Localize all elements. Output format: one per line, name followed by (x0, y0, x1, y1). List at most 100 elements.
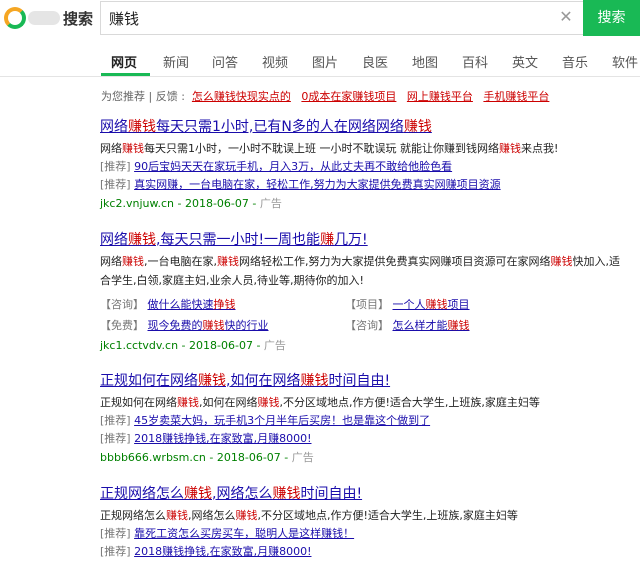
result-title-link[interactable]: 正规如何在网络赚钱,如何在网络赚钱时间自由! (100, 372, 630, 390)
sitelink-text: 现今免费的 (147, 319, 203, 332)
suggestion-link[interactable]: 网上赚钱平台 (407, 90, 473, 103)
sitelink: 【项目】 一个人赚钱项目 (345, 296, 470, 312)
result-description: 网络赚钱每天只需1小时，一小时不耽误上班 一小时不耽误玩 就能让你赚到钱网络赚钱… (100, 139, 630, 158)
sitelink-tag: 【免费】 (100, 319, 144, 332)
sitelink-highlight: 赚钱 (447, 319, 470, 332)
desc-highlight: 赚钱 (235, 509, 258, 522)
tab-english[interactable]: 英文 (512, 52, 538, 71)
clear-icon[interactable]: ✕ (557, 8, 575, 26)
desc-highlight: 赚钱 (166, 509, 188, 522)
result-description: 正规网络怎么赚钱,网络怎么赚钱,不分区域地点,作方便!适合大学生,上班族,家庭主… (100, 506, 630, 525)
suggestion-separator: | (145, 90, 156, 103)
sitelink-highlight: 挣钱 (213, 298, 236, 311)
sub-link[interactable]: 2018赚钱挣钱,在家致富,月赚8000! (134, 432, 311, 445)
title-text: 正规如何在网络 (100, 373, 198, 389)
tab-software[interactable]: 软件 (612, 52, 638, 71)
sub-link[interactable]: 靠死工资怎么买房买车，聪明人是这样赚钱！ (134, 527, 354, 540)
search-result: 网络赚钱每天只需1小时,已有N多的人在网络网络赚钱 网络赚钱每天只需1小时，一小… (100, 118, 630, 213)
desc-text: ,不分区域地点,作方便!适合大学生,上班族,家庭主妇等 (257, 509, 518, 522)
desc-highlight: 赚钱 (257, 396, 280, 409)
search-input[interactable] (109, 7, 549, 29)
sitelink-text: 做什么能快速 (147, 298, 214, 311)
title-highlight: 赚钱 (184, 486, 212, 502)
sub-link-row: [推荐] 2018赚钱挣钱,在家致富,月赚8000! (100, 543, 630, 561)
ad-label: 广告 (263, 339, 286, 352)
sitelink-tag: 【咨询】 (100, 298, 144, 311)
sub-link-row: [推荐] 靠死工资怎么买房买车，聪明人是这样赚钱！ (100, 525, 630, 543)
tab-news[interactable]: 新闻 (163, 52, 189, 71)
tab-map[interactable]: 地图 (412, 52, 438, 71)
tab-qa[interactable]: 问答 (212, 52, 238, 71)
desc-text: 每天只需1小时，一小时不耽误上班 一小时不耽误玩 就能让你赚到钱网络 (144, 142, 499, 155)
sitelink: 【免费】 现今免费的赚钱快的行业 (100, 317, 269, 333)
sub-link-row: [推荐] 2018赚钱挣钱,在家致富,月赚8000! (100, 430, 630, 448)
search-button[interactable]: 搜索 (583, 0, 640, 36)
sitelink-tag: 【项目】 (345, 298, 389, 311)
result-title-link[interactable]: 网络赚钱每天只需1小时,已有N多的人在网络网络赚钱 (100, 118, 630, 136)
tab-music[interactable]: 音乐 (562, 52, 588, 71)
result-date: 2018-06-07 (184, 197, 249, 210)
desc-text: 正规网络怎么 (100, 509, 166, 522)
sitelink: 【咨询】 做什么能快速挣钱 (100, 296, 236, 312)
sitelink-highlight: 赚钱 (202, 319, 225, 332)
suggestion-label: 为您推荐 (101, 90, 145, 103)
suggestion-link[interactable]: 手机赚钱平台 (483, 90, 549, 103)
sub-link[interactable]: 45岁卖菜大妈，玩手机3个月半年后买房！也是靠这个做到了 (134, 414, 430, 427)
sitelink-tag: 【咨询】 (345, 319, 389, 332)
sub-tag: [推荐] (100, 527, 131, 540)
sitelinks-grid: 【咨询】 做什么能快速挣钱 【项目】 一个人赚钱项目 【免费】 现今免费的赚钱快… (100, 294, 630, 336)
sitelink-text: 一个人 (392, 298, 426, 311)
sub-link-row: [推荐] 45岁卖菜大妈，玩手机3个月半年后买房！也是靠这个做到了 (100, 412, 630, 430)
result-url: jkc2.vnjuw.cn (100, 197, 174, 210)
sitelink-link[interactable]: 现今免费的赚钱快的行业 (148, 319, 269, 332)
desc-highlight: 赚钱 (122, 142, 144, 155)
desc-text: ,如何在网络 (199, 396, 258, 409)
sub-link[interactable]: 90后宝妈天天在家玩手机，月入3万，从此丈夫再不敢给他脸色看 (134, 160, 452, 173)
sitelink-text: 快的行业 (224, 319, 269, 332)
desc-highlight: 赚钱 (550, 255, 573, 268)
result-date: 2018-06-07 (189, 339, 253, 352)
title-highlight: 赚钱 (272, 486, 301, 502)
ad-label: 广告 (259, 197, 282, 210)
result-url-line: bbbb666.wrbsm.cn - 2018-06-07 - 广告 (100, 451, 314, 464)
title-text: ,网络怎么 (212, 486, 273, 502)
desc-highlight: 赚钱 (499, 142, 521, 155)
site-logo[interactable]: 搜索 (2, 6, 94, 30)
result-url-line: jkc2.vnjuw.cn - 2018-06-07 - 广告 (100, 197, 282, 210)
desc-text: ,网络怎么 (188, 509, 236, 522)
sub-link[interactable]: 2018赚钱挣钱,在家致富,月赚8000! (134, 545, 311, 558)
feedback-link[interactable]: 反馈 : (156, 90, 185, 103)
tab-images[interactable]: 图片 (312, 52, 338, 71)
result-description: 正规如何在网络赚钱,如何在网络赚钱,不分区域地点,作方便!适合大学生,上班族,家… (100, 393, 630, 412)
title-text: ,每天只需一小时!一周也能 (156, 232, 321, 248)
ad-label: 广告 (291, 451, 314, 464)
sitelink: 【咨询】 怎么样才能赚钱 (345, 317, 470, 333)
vertical-tabs: 网页 新闻 问答 视频 图片 良医 地图 百科 英文 音乐 软件 (0, 44, 640, 77)
desc-text: 网络 (100, 142, 122, 155)
title-text: 正规网络怎么 (100, 486, 184, 502)
sub-tag: [推荐] (100, 545, 131, 558)
tab-baike[interactable]: 百科 (462, 52, 488, 71)
tab-video[interactable]: 视频 (262, 52, 288, 71)
sitelink-link[interactable]: 一个人赚钱项目 (393, 298, 470, 311)
result-title-link[interactable]: 正规网络怎么赚钱,网络怎么赚钱时间自由! (100, 485, 630, 503)
sub-link[interactable]: 真实网赚，一台电脑在家，轻松工作,努力为大家提供免费真实网赚项目资源 (134, 178, 501, 191)
suggestion-link[interactable]: 0成本在家赚钱项目 (301, 90, 396, 103)
desc-text: 正规如何在网络 (100, 396, 177, 409)
tab-web[interactable]: 网页 (111, 52, 137, 71)
desc-highlight: 赚钱 (122, 255, 144, 268)
sub-link-row: [推荐] 真实网赚，一台电脑在家，轻松工作,努力为大家提供免费真实网赚项目资源 (100, 176, 630, 194)
sub-tag: [推荐] (100, 178, 131, 191)
title-text: ,如何在网络 (226, 373, 301, 389)
title-highlight: 赚 (320, 232, 335, 248)
desc-text: ,一台电脑在家, (144, 255, 217, 268)
tab-medical[interactable]: 良医 (362, 52, 388, 71)
desc-text: 来点我! (521, 142, 559, 155)
title-highlight: 赚钱 (403, 119, 432, 135)
sitelink-link[interactable]: 做什么能快速挣钱 (148, 298, 236, 311)
sitelink-link[interactable]: 怎么样才能赚钱 (393, 319, 470, 332)
result-title-link[interactable]: 网络赚钱,每天只需一小时!一周也能赚几万! (100, 231, 630, 249)
suggestion-link[interactable]: 怎么赚钱快现实点的 (192, 90, 291, 103)
search-header: 搜索 ✕ 搜索 (0, 0, 640, 38)
title-highlight: 赚钱 (198, 373, 226, 389)
